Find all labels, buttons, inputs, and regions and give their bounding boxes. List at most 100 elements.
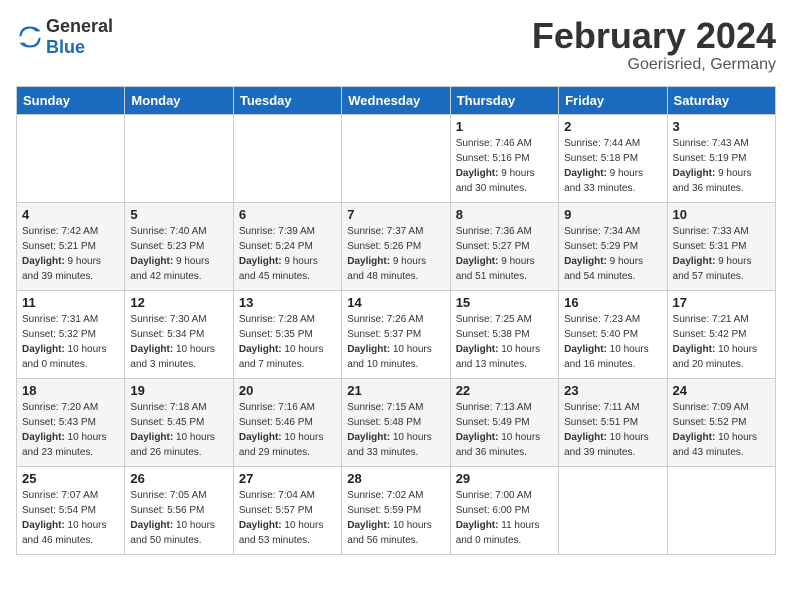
weekday-header-row: SundayMondayTuesdayWednesdayThursdayFrid… (17, 86, 776, 114)
day-number: 15 (456, 295, 553, 310)
day-number: 20 (239, 383, 336, 398)
day-info: Sunrise: 7:43 AMSunset: 5:19 PMDaylight:… (673, 136, 770, 196)
day-info: Sunrise: 7:36 AMSunset: 5:27 PMDaylight:… (456, 224, 553, 284)
day-number: 9 (564, 207, 661, 222)
calendar-cell: 26 Sunrise: 7:05 AMSunset: 5:56 PMDayligh… (125, 466, 233, 554)
weekday-header-sunday: Sunday (17, 86, 125, 114)
calendar-cell: 8 Sunrise: 7:36 AMSunset: 5:27 PMDaylight… (450, 202, 558, 290)
day-number: 4 (22, 207, 119, 222)
day-info: Sunrise: 7:11 AMSunset: 5:51 PMDaylight:… (564, 400, 661, 460)
weekday-header-thursday: Thursday (450, 86, 558, 114)
calendar-week-row: 18 Sunrise: 7:20 AMSunset: 5:43 PMDayligh… (17, 378, 776, 466)
calendar-table: SundayMondayTuesdayWednesdayThursdayFrid… (16, 86, 776, 555)
calendar-week-row: 25 Sunrise: 7:07 AMSunset: 5:54 PMDayligh… (17, 466, 776, 554)
weekday-header-monday: Monday (125, 86, 233, 114)
calendar-cell: 3 Sunrise: 7:43 AMSunset: 5:19 PMDaylight… (667, 114, 775, 202)
calendar-cell: 7 Sunrise: 7:37 AMSunset: 5:26 PMDaylight… (342, 202, 450, 290)
day-info: Sunrise: 7:21 AMSunset: 5:42 PMDaylight:… (673, 312, 770, 372)
day-number: 26 (130, 471, 227, 486)
calendar-title: February 2024 (532, 16, 776, 56)
day-number: 24 (673, 383, 770, 398)
day-number: 29 (456, 471, 553, 486)
calendar-cell: 1 Sunrise: 7:46 AMSunset: 5:16 PMDaylight… (450, 114, 558, 202)
day-number: 14 (347, 295, 444, 310)
day-info: Sunrise: 7:05 AMSunset: 5:56 PMDaylight:… (130, 488, 227, 548)
day-number: 12 (130, 295, 227, 310)
calendar-cell: 29 Sunrise: 7:00 AMSunset: 6:00 PMDayligh… (450, 466, 558, 554)
day-info: Sunrise: 7:07 AMSunset: 5:54 PMDaylight:… (22, 488, 119, 548)
day-info: Sunrise: 7:40 AMSunset: 5:23 PMDaylight:… (130, 224, 227, 284)
day-number: 17 (673, 295, 770, 310)
day-info: Sunrise: 7:15 AMSunset: 5:48 PMDaylight:… (347, 400, 444, 460)
calendar-cell: 28Sunrise: 7:02 AMSunset: 5:59 PMDayligh… (342, 466, 450, 554)
day-number: 1 (456, 119, 553, 134)
day-number: 11 (22, 295, 119, 310)
calendar-week-row: 4Sunrise: 7:42 AMSunset: 5:21 PMDaylight… (17, 202, 776, 290)
calendar-cell: 21Sunrise: 7:15 AMSunset: 5:48 PMDayligh… (342, 378, 450, 466)
day-info: Sunrise: 7:31 AMSunset: 5:32 PMDaylight:… (22, 312, 119, 372)
calendar-cell: 12 Sunrise: 7:30 AMSunset: 5:34 PMDayligh… (125, 290, 233, 378)
calendar-cell: 16 Sunrise: 7:23 AMSunset: 5:40 PMDayligh… (559, 290, 667, 378)
day-info: Sunrise: 7:02 AMSunset: 5:59 PMDaylight:… (347, 488, 444, 548)
calendar-cell: 5Sunrise: 7:40 AMSunset: 5:23 PMDaylight… (125, 202, 233, 290)
logo-text: General Blue (46, 16, 113, 58)
calendar-cell: 6Sunrise: 7:39 AMSunset: 5:24 PMDaylight… (233, 202, 341, 290)
calendar-cell: 2 Sunrise: 7:44 AMSunset: 5:18 PMDaylight… (559, 114, 667, 202)
day-info: Sunrise: 7:46 AMSunset: 5:16 PMDaylight:… (456, 136, 553, 196)
day-info: Sunrise: 7:18 AMSunset: 5:45 PMDaylight:… (130, 400, 227, 460)
day-info: Sunrise: 7:26 AMSunset: 5:37 PMDaylight:… (347, 312, 444, 372)
calendar-cell: 4Sunrise: 7:42 AMSunset: 5:21 PMDaylight… (17, 202, 125, 290)
day-info: Sunrise: 7:37 AMSunset: 5:26 PMDaylight:… (347, 224, 444, 284)
day-number: 2 (564, 119, 661, 134)
day-number: 22 (456, 383, 553, 398)
calendar-cell (559, 466, 667, 554)
day-info: Sunrise: 7:20 AMSunset: 5:43 PMDaylight:… (22, 400, 119, 460)
day-info: Sunrise: 7:30 AMSunset: 5:34 PMDaylight:… (130, 312, 227, 372)
calendar-cell (667, 466, 775, 554)
calendar-cell: 20 Sunrise: 7:16 AMSunset: 5:46 PMDayligh… (233, 378, 341, 466)
day-info: Sunrise: 7:34 AMSunset: 5:29 PMDaylight:… (564, 224, 661, 284)
day-info: Sunrise: 7:04 AMSunset: 5:57 PMDaylight:… (239, 488, 336, 548)
calendar-cell: 11 Sunrise: 7:31 AMSunset: 5:32 PMDayligh… (17, 290, 125, 378)
weekday-header-wednesday: Wednesday (342, 86, 450, 114)
day-number: 13 (239, 295, 336, 310)
calendar-week-row: 1 Sunrise: 7:46 AMSunset: 5:16 PMDaylight… (17, 114, 776, 202)
weekday-header-friday: Friday (559, 86, 667, 114)
day-number: 3 (673, 119, 770, 134)
day-number: 19 (130, 383, 227, 398)
calendar-cell (125, 114, 233, 202)
weekday-header-saturday: Saturday (667, 86, 775, 114)
calendar-cell: 18 Sunrise: 7:20 AMSunset: 5:43 PMDayligh… (17, 378, 125, 466)
day-number: 6 (239, 207, 336, 222)
calendar-cell: 17 Sunrise: 7:21 AMSunset: 5:42 PMDayligh… (667, 290, 775, 378)
day-info: Sunrise: 7:16 AMSunset: 5:46 PMDaylight:… (239, 400, 336, 460)
calendar-subtitle: Goerisried, Germany (532, 56, 776, 74)
day-number: 18 (22, 383, 119, 398)
calendar-cell: 15 Sunrise: 7:25 AMSunset: 5:38 PMDayligh… (450, 290, 558, 378)
day-number: 25 (22, 471, 119, 486)
calendar-cell: 13 Sunrise: 7:28 AMSunset: 5:35 PMDayligh… (233, 290, 341, 378)
day-info: Sunrise: 7:23 AMSunset: 5:40 PMDaylight:… (564, 312, 661, 372)
day-info: Sunrise: 7:44 AMSunset: 5:18 PMDaylight:… (564, 136, 661, 196)
day-number: 8 (456, 207, 553, 222)
day-info: Sunrise: 7:33 AMSunset: 5:31 PMDaylight:… (673, 224, 770, 284)
calendar-week-row: 11 Sunrise: 7:31 AMSunset: 5:32 PMDayligh… (17, 290, 776, 378)
day-info: Sunrise: 7:25 AMSunset: 5:38 PMDaylight:… (456, 312, 553, 372)
day-info: Sunrise: 7:13 AMSunset: 5:49 PMDaylight:… (456, 400, 553, 460)
day-number: 7 (347, 207, 444, 222)
page-header: General Blue February 2024 Goerisried, G… (16, 16, 776, 74)
calendar-cell: 24Sunrise: 7:09 AMSunset: 5:52 PMDayligh… (667, 378, 775, 466)
title-area: February 2024 Goerisried, Germany (532, 16, 776, 74)
day-info: Sunrise: 7:00 AMSunset: 6:00 PMDaylight:… (456, 488, 553, 548)
logo: General Blue (16, 16, 113, 58)
calendar-cell: 10Sunrise: 7:33 AMSunset: 5:31 PMDayligh… (667, 202, 775, 290)
calendar-cell (17, 114, 125, 202)
day-number: 27 (239, 471, 336, 486)
day-number: 23 (564, 383, 661, 398)
calendar-cell: 14 Sunrise: 7:26 AMSunset: 5:37 PMDayligh… (342, 290, 450, 378)
calendar-cell: 19 Sunrise: 7:18 AMSunset: 5:45 PMDayligh… (125, 378, 233, 466)
day-info: Sunrise: 7:28 AMSunset: 5:35 PMDaylight:… (239, 312, 336, 372)
calendar-cell: 9 Sunrise: 7:34 AMSunset: 5:29 PMDaylight… (559, 202, 667, 290)
calendar-cell: 27 Sunrise: 7:04 AMSunset: 5:57 PMDayligh… (233, 466, 341, 554)
day-number: 16 (564, 295, 661, 310)
